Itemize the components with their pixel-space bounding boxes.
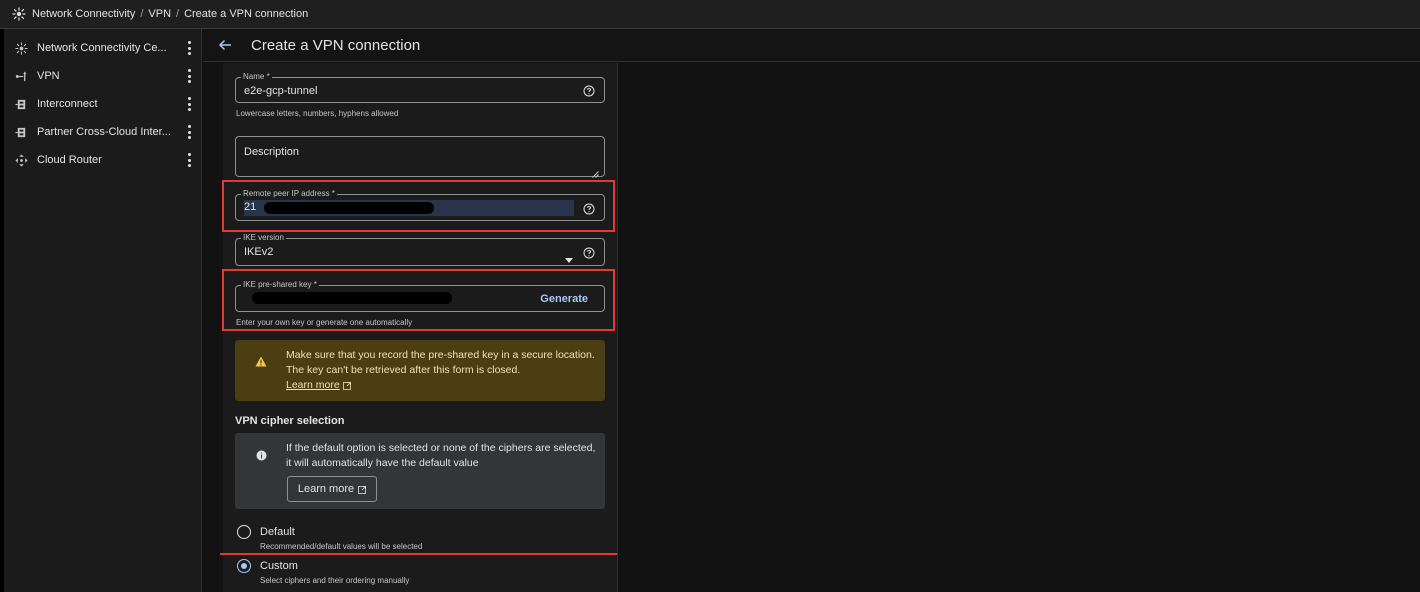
open-in-new-icon — [358, 485, 367, 494]
custom-radio[interactable] — [237, 559, 251, 573]
learn-more-label: Learn more — [297, 483, 355, 495]
annotation-box-preshared-key — [222, 269, 615, 331]
network-connectivity-icon — [12, 7, 26, 21]
sidebar-item-label: VPN — [37, 70, 60, 82]
page-header: Create a VPN connection — [203, 29, 1420, 62]
help-icon[interactable] — [583, 246, 595, 259]
more-vert-icon[interactable] — [187, 153, 191, 167]
sidebar-item-cloud-router[interactable]: Cloud Router — [4, 146, 201, 174]
breadcrumb-item-vpn[interactable]: VPN — [148, 8, 171, 20]
sidebar: Network Connectivity Ce... VPN Interconn… — [4, 29, 202, 592]
warning-banner: Make sure that you record the pre-shared… — [235, 340, 605, 401]
warning-learn-more-link[interactable]: Learn more — [286, 379, 351, 391]
breadcrumb-separator: / — [176, 8, 180, 20]
custom-radio-label: Custom — [260, 560, 298, 572]
interconnect-icon — [15, 98, 28, 111]
more-vert-icon[interactable] — [187, 69, 191, 83]
more-vert-icon[interactable] — [187, 41, 191, 55]
breadcrumb: Network Connectivity / VPN / Create a VP… — [0, 0, 1420, 29]
vpn-icon — [15, 70, 28, 83]
page-title: Create a VPN connection — [251, 36, 421, 54]
more-vert-icon[interactable] — [187, 125, 191, 139]
breadcrumb-item-network-connectivity[interactable]: Network Connectivity — [32, 8, 135, 20]
empty-content-area — [619, 63, 1420, 592]
field-label: IKE version — [241, 233, 286, 243]
breadcrumb-item-current: Create a VPN connection — [184, 8, 309, 20]
field-label: Name * — [241, 72, 272, 82]
description-field[interactable]: Description — [235, 136, 605, 178]
info-icon — [256, 448, 267, 461]
ike-version-select[interactable]: IKE version IKEv2 — [235, 233, 605, 266]
breadcrumb-separator: / — [140, 8, 144, 20]
partner-interconnect-icon — [15, 126, 28, 139]
more-vert-icon[interactable] — [187, 97, 191, 111]
sidebar-item-label: Cloud Router — [37, 154, 102, 166]
default-radio[interactable] — [237, 525, 251, 539]
warning-icon — [255, 354, 267, 367]
default-radio-description: Recommended/default values will be selec… — [260, 542, 423, 551]
resize-handle-icon[interactable] — [592, 165, 599, 178]
warning-text: Make sure that you record the pre-shared… — [286, 349, 595, 376]
dropdown-arrow-icon[interactable] — [565, 250, 573, 263]
cipher-section-title: VPN cipher selection — [235, 415, 345, 427]
sidebar-item-label: Partner Cross-Cloud Inter... — [37, 126, 171, 138]
sidebar-item-vpn[interactable]: VPN — [4, 62, 201, 90]
cloud-router-icon — [15, 153, 28, 167]
name-hint: Lowercase letters, numbers, hyphens allo… — [236, 109, 399, 118]
description-placeholder: Description — [244, 146, 300, 158]
sidebar-item-label: Interconnect — [37, 98, 98, 110]
open-in-new-icon — [342, 381, 351, 390]
default-radio-label: Default — [260, 526, 295, 538]
sidebar-item-partner-cross-cloud-interconnect[interactable]: Partner Cross-Cloud Inter... — [4, 118, 201, 146]
ike-version-value: IKEv2 — [244, 246, 274, 258]
learn-more-button[interactable]: Learn more — [287, 476, 377, 502]
info-text: If the default option is selected or non… — [286, 442, 596, 469]
sidebar-item-network-connectivity-center[interactable]: Network Connectivity Ce... — [4, 34, 201, 62]
annotation-underline — [220, 553, 617, 555]
name-value: e2e-gcp-tunnel — [244, 85, 318, 97]
info-banner: If the default option is selected or non… — [235, 433, 605, 509]
sidebar-item-interconnect[interactable]: Interconnect — [4, 90, 201, 118]
custom-radio-description: Select ciphers and their ordering manual… — [260, 576, 410, 585]
network-connectivity-icon — [15, 41, 28, 55]
learn-more-label: Learn more — [286, 379, 340, 391]
sidebar-item-label: Network Connectivity Ce... — [37, 42, 167, 54]
help-icon[interactable] — [583, 84, 595, 97]
name-field[interactable]: Name * e2e-gcp-tunnel — [235, 72, 605, 103]
arrow-back-icon[interactable] — [217, 37, 233, 53]
annotation-box-remote-ip — [222, 180, 615, 232]
